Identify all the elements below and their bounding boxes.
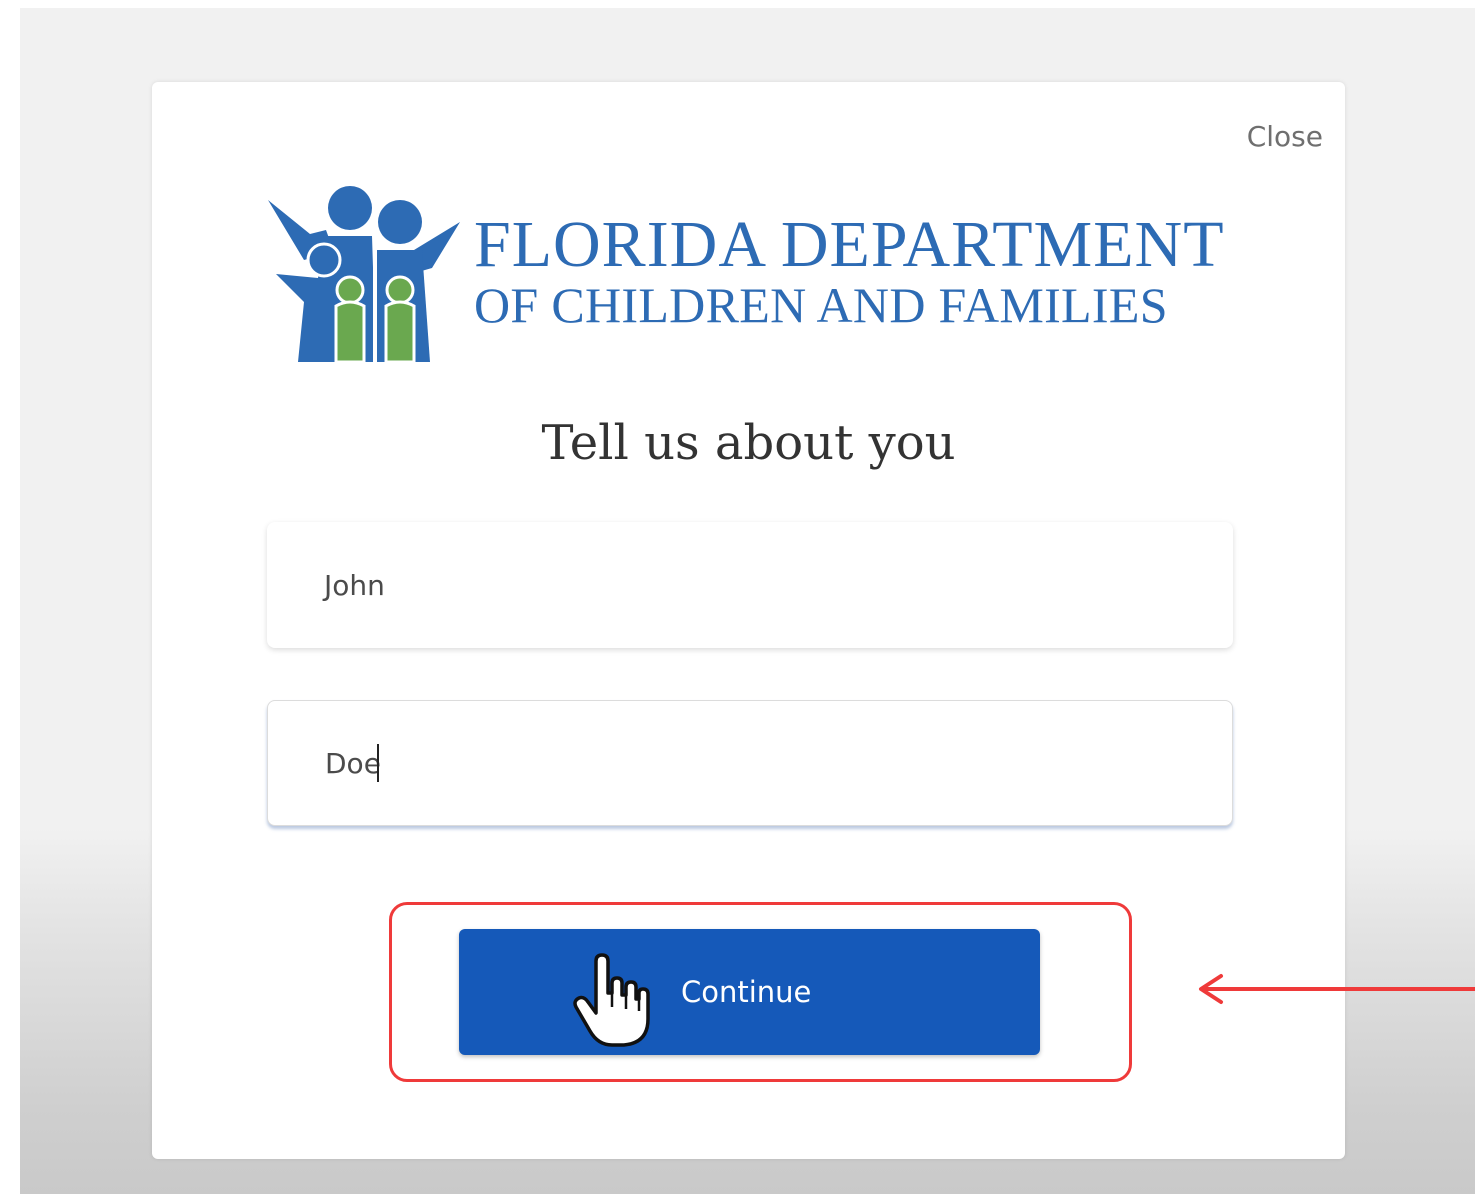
first-name-field[interactable]: John	[267, 522, 1233, 648]
close-link[interactable]: Close	[1247, 120, 1323, 153]
text-caret	[376, 744, 379, 782]
logo-line-1: FLORIDA DEPARTMENT	[474, 208, 1225, 281]
last-name-value: Doe	[325, 746, 381, 780]
page-title: Tell us about you	[541, 415, 956, 471]
last-name-field[interactable]: Doe	[267, 700, 1233, 826]
first-name-value: John	[324, 568, 385, 602]
family-logo-icon	[268, 186, 460, 364]
continue-button-label: Continue	[681, 975, 812, 1009]
arrow-left-icon	[1199, 974, 1475, 1004]
logo-wordmark: FLORIDA DEPARTMENT OF CHILDREN AND FAMIL…	[474, 208, 1225, 333]
logo-line-2: OF CHILDREN AND FAMILIES	[474, 277, 1168, 333]
dcf-logo: FLORIDA DEPARTMENT OF CHILDREN AND FAMIL…	[264, 182, 1244, 367]
continue-button[interactable]: Continue	[459, 929, 1040, 1055]
hand-pointer-icon	[573, 953, 650, 1047]
